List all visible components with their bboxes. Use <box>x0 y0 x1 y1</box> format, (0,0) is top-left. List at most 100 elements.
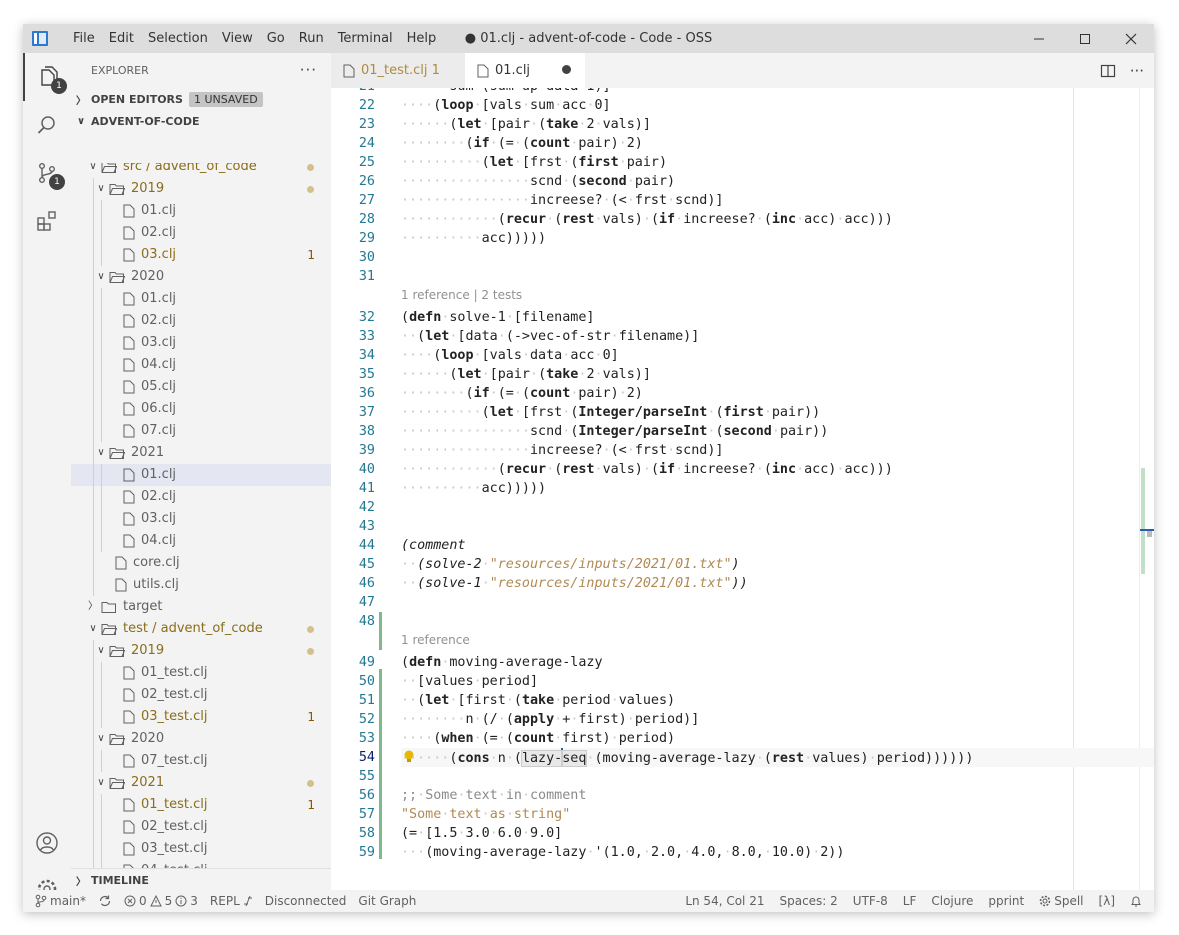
code-line[interactable]: 50 ··[values·period] <box>331 672 1154 691</box>
code-line[interactable]: 49 (defn·moving-average-lazy <box>331 653 1154 672</box>
code-line[interactable]: 46 ··(solve-1·"resources/inputs/2021/01.t… <box>331 574 1154 593</box>
tree-folder[interactable]: ∨ 2021 <box>71 442 331 464</box>
tree-file[interactable]: 04.clj <box>71 530 331 552</box>
tree-file[interactable]: utils.clj <box>71 574 331 596</box>
menu-edit[interactable]: Edit <box>102 24 141 53</box>
indentation-status[interactable]: Spaces: 2 <box>779 894 837 908</box>
code-line[interactable]: 43 <box>331 517 1154 536</box>
tree-file[interactable]: 06.clj <box>71 398 331 420</box>
timeline-section[interactable]: 〉 TIMELINE <box>71 868 331 891</box>
menu-go[interactable]: Go <box>260 24 292 53</box>
tree-file[interactable]: 03_test.clj <box>71 838 331 860</box>
tree-file[interactable]: 07.clj <box>71 420 331 442</box>
extensions-activity[interactable] <box>23 197 71 245</box>
git-graph-status[interactable]: Git Graph <box>358 894 416 908</box>
code-line[interactable]: 52 ········n·(/·(apply·+·first)·period)] <box>331 710 1154 729</box>
code-line[interactable]: 22 ····(loop·[vals·sum·acc·0] <box>331 96 1154 115</box>
code-line[interactable]: 32 (defn·solve-1·[filename] <box>331 308 1154 327</box>
tree-file[interactable]: 01_test.clj <box>71 662 331 684</box>
code-line[interactable]: 58 (=·[1.5·3.0·6.0·9.0] <box>331 824 1154 843</box>
repl-status[interactable]: REPL <box>210 894 253 908</box>
workspace-root-section[interactable]: ∨ ADVENT-OF-CODE <box>71 110 331 132</box>
code-line[interactable]: 54 ······(cons·n·(lazy-seq·(moving-averag… <box>331 748 1154 767</box>
code-line[interactable]: 51 ··(let·[first·(take·period·values) <box>331 691 1154 710</box>
tree-file[interactable]: 02.clj <box>71 486 331 508</box>
tree-file[interactable]: 02_test.clj <box>71 684 331 706</box>
tree-file[interactable]: 07_test.clj <box>71 750 331 772</box>
split-editor-icon[interactable] <box>1100 63 1116 79</box>
notifications-status[interactable] <box>1130 895 1142 908</box>
code-line[interactable]: 42 <box>331 498 1154 517</box>
menu-file[interactable]: File <box>66 24 102 53</box>
maximize-button[interactable] <box>1062 24 1108 53</box>
code-line[interactable]: 48 <box>331 612 1154 631</box>
more-actions-icon[interactable]: ··· <box>1130 62 1144 80</box>
code-line[interactable]: 40 ············(recur·(rest·vals)·(if·inc… <box>331 460 1154 479</box>
search-activity[interactable] <box>23 101 71 149</box>
code-line[interactable]: 29 ··········acc))))) <box>331 229 1154 248</box>
tree-file[interactable]: 01.clj <box>71 288 331 310</box>
code-line[interactable]: 39 ················increese?·(<·frst·scnd… <box>331 441 1154 460</box>
tree-file[interactable]: 03.clj <box>71 508 331 530</box>
code-line[interactable]: 47 <box>331 593 1154 612</box>
tab-01-test-clj[interactable]: 01_test.clj 1 <box>331 53 465 88</box>
tree-folder[interactable]: 〉 target <box>71 596 331 618</box>
code-line[interactable]: 27 ················increese?·(<·frst·scnd… <box>331 191 1154 210</box>
cursor-position-status[interactable]: Ln 54, Col 21 <box>685 894 764 908</box>
code-line[interactable]: 45 ··(solve-2·"resources/inputs/2021/01.t… <box>331 555 1154 574</box>
tree-file[interactable]: 05.clj <box>71 376 331 398</box>
tree-folder[interactable]: ∨ test / advent_of_code <box>71 618 331 640</box>
language-mode-status[interactable]: Clojure <box>931 894 973 908</box>
encoding-status[interactable]: UTF-8 <box>853 894 888 908</box>
codelens-references[interactable]: 1 reference | 2 tests <box>401 286 522 305</box>
connection-status[interactable]: Disconnected <box>265 894 347 908</box>
lambda-status[interactable]: [λ] <box>1099 894 1115 908</box>
close-window-button[interactable] <box>1108 24 1154 53</box>
minimize-button[interactable] <box>1016 24 1062 53</box>
tree-folder[interactable]: ∨ 2019 <box>71 178 331 200</box>
code-line[interactable]: 35 ······(let·[pair·(take·2·vals)] <box>331 365 1154 384</box>
code-editor[interactable]: 21 ······sum·(sum-up·data-1)] 22 ····(loop·… <box>331 88 1154 890</box>
tree-file[interactable]: 04_test.clj <box>71 860 331 868</box>
code-line[interactable]: 41 ··········acc))))) <box>331 479 1154 498</box>
code-line[interactable]: 57 "Some·text·as·string" <box>331 805 1154 824</box>
code-line[interactable]: 31 <box>331 267 1154 286</box>
code-line[interactable]: 36 ········(if·(=·(count·pair)·2) <box>331 384 1154 403</box>
menu-help[interactable]: Help <box>400 24 444 53</box>
code-line[interactable]: 30 <box>331 248 1154 267</box>
code-line[interactable]: 26 ················scnd·(second·pair) <box>331 172 1154 191</box>
tree-file[interactable]: 01.clj <box>71 200 331 222</box>
unsaved-dot-icon[interactable] <box>562 65 571 74</box>
tree-file[interactable]: 03_test.clj 1 <box>71 706 331 728</box>
code-line[interactable]: 55 <box>331 767 1154 786</box>
code-line[interactable]: 53 ····(when·(=·(count·first)·period) <box>331 729 1154 748</box>
spell-status[interactable]: Spell <box>1039 894 1084 908</box>
tree-file[interactable]: core.clj <box>71 552 331 574</box>
git-branch-status[interactable]: main* <box>35 894 86 908</box>
more-actions-icon[interactable]: ··· <box>300 53 317 88</box>
codelens-references[interactable]: 1 reference <box>401 631 470 650</box>
menu-selection[interactable]: Selection <box>141 24 215 53</box>
menu-terminal[interactable]: Terminal <box>331 24 400 53</box>
tree-file[interactable]: 03.clj 1 <box>71 244 331 266</box>
tree-folder[interactable]: ∨ 2020 <box>71 266 331 288</box>
tree-file[interactable]: 04.clj <box>71 354 331 376</box>
eol-status[interactable]: LF <box>903 894 917 908</box>
code-line[interactable]: 38 ················scnd·(Integer/parseInt… <box>331 422 1154 441</box>
problems-status[interactable]: 0 5 3 <box>124 894 198 908</box>
code-line[interactable]: 25 ··········(let·[frst·(first·pair) <box>331 153 1154 172</box>
tree-file[interactable]: 01.clj <box>71 464 331 486</box>
tab-01-clj[interactable]: 01.clj <box>465 53 585 88</box>
code-line[interactable]: 24 ········(if·(=·(count·pair)·2) <box>331 134 1154 153</box>
source-control-activity[interactable]: 1 <box>23 149 71 197</box>
tree-folder[interactable]: ∨ 2020 <box>71 728 331 750</box>
tree-file[interactable]: 01_test.clj 1 <box>71 794 331 816</box>
code-line[interactable]: 56 ;;·Some·text·in·comment <box>331 786 1154 805</box>
tree-folder[interactable]: ∨ src / advent_of_code <box>71 163 331 178</box>
code-line[interactable]: 34 ····(loop·[vals·data·acc·0] <box>331 346 1154 365</box>
tree-folder[interactable]: ∨ 2021 <box>71 772 331 794</box>
open-editors-section[interactable]: 〉 OPEN EDITORS 1 UNSAVED <box>71 88 331 110</box>
accounts-activity[interactable] <box>23 819 71 867</box>
code-line[interactable]: 37 ··········(let·[frst·(Integer/parseInt… <box>331 403 1154 422</box>
tree-file[interactable]: 02.clj <box>71 310 331 332</box>
